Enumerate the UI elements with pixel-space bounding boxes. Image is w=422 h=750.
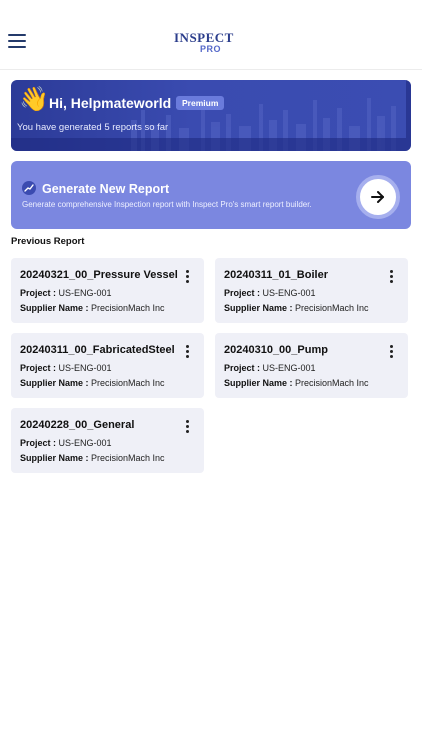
report-supplier: Supplier Name : PrecisionMach Inc <box>20 453 165 463</box>
generate-report-card[interactable]: Generate New Report Generate comprehensi… <box>11 161 411 229</box>
generate-report-description: Generate comprehensive Inspection report… <box>22 200 312 209</box>
generate-report-arrow-button[interactable] <box>356 175 400 219</box>
premium-badge: Premium <box>176 96 225 110</box>
more-vertical-icon[interactable] <box>184 345 190 359</box>
more-vertical-icon[interactable] <box>388 345 394 359</box>
report-supplier: Supplier Name : PrecisionMach Inc <box>20 303 165 313</box>
more-vertical-icon[interactable] <box>184 270 190 284</box>
logo-text-bottom: PRO <box>200 44 222 54</box>
report-supplier: Supplier Name : PrecisionMach Inc <box>20 378 165 388</box>
report-project: Project : US-ENG-001 <box>224 363 316 373</box>
report-card[interactable]: 20240228_00_General Project : US-ENG-001… <box>11 408 204 473</box>
waving-hand-icon: 👋 <box>19 86 49 113</box>
more-vertical-icon[interactable] <box>184 420 190 434</box>
trend-chart-icon <box>22 181 36 195</box>
reports-count-text: You have generated 5 reports so far <box>17 122 169 133</box>
greeting-text: Hi, Helpmateworld ! <box>49 95 180 111</box>
report-name: 20240310_00_Pump <box>224 344 328 356</box>
app-header: INSPECT PRO <box>0 0 422 70</box>
report-card[interactable]: 20240311_01_Boiler Project : US-ENG-001 … <box>215 258 408 323</box>
arrow-right-icon <box>371 191 384 203</box>
report-project: Project : US-ENG-001 <box>20 363 112 373</box>
previous-report-heading: Previous Report <box>11 236 85 247</box>
city-skyline-illustration <box>11 80 411 151</box>
hamburger-menu-icon[interactable] <box>8 34 26 48</box>
report-supplier: Supplier Name : PrecisionMach Inc <box>224 378 369 388</box>
report-project: Project : US-ENG-001 <box>20 288 112 298</box>
report-card[interactable]: 20240310_00_Pump Project : US-ENG-001 Su… <box>215 333 408 398</box>
report-project: Project : US-ENG-001 <box>224 288 316 298</box>
report-card[interactable]: 20240311_00_FabricatedSteel Project : US… <box>11 333 204 398</box>
report-name: 20240311_01_Boiler <box>224 269 328 281</box>
welcome-banner: 👋 Hi, Helpmateworld ! Premium You have g… <box>11 80 411 151</box>
generate-report-title: Generate New Report <box>42 182 170 196</box>
report-name: 20240228_00_General <box>20 419 135 431</box>
report-name: 20240311_00_FabricatedSteel <box>20 344 175 356</box>
report-name: 20240321_00_Pressure Vessel <box>20 269 178 281</box>
report-project: Project : US-ENG-001 <box>20 438 112 448</box>
report-card[interactable]: 20240321_00_Pressure Vessel Project : US… <box>11 258 204 323</box>
report-supplier: Supplier Name : PrecisionMach Inc <box>224 303 369 313</box>
app-logo: INSPECT PRO <box>174 30 234 58</box>
more-vertical-icon[interactable] <box>388 270 394 284</box>
